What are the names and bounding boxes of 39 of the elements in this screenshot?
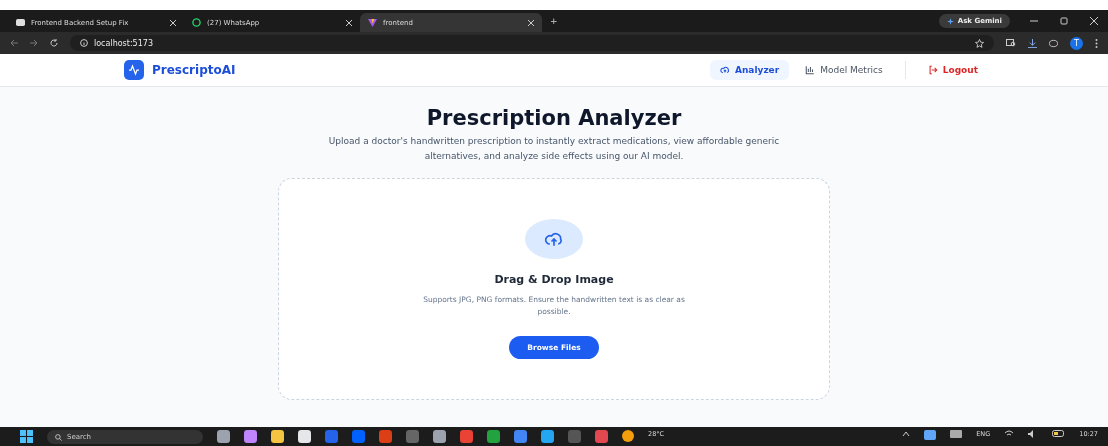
close-icon[interactable] <box>528 19 534 26</box>
cloud-upload-icon <box>720 65 730 75</box>
extension-icon[interactable] <box>1049 38 1058 48</box>
chevron-up-icon[interactable] <box>902 430 911 438</box>
reload-icon[interactable] <box>50 39 58 47</box>
nav-tab[interactable]: Analyzer <box>710 60 790 80</box>
info-icon <box>80 39 88 47</box>
new-tab-button[interactable]: + <box>550 16 558 26</box>
profile-avatar[interactable]: T <box>1070 36 1083 50</box>
cloud-upload-icon <box>525 219 583 259</box>
close-icon[interactable] <box>1090 17 1098 25</box>
minimize-icon[interactable] <box>1030 17 1038 25</box>
screen-search-icon[interactable] <box>1006 39 1016 47</box>
restore-icon[interactable] <box>1060 17 1068 25</box>
page-description: Upload a doctor's handwritten prescription to instantly extract medications, view affordable generic alternatives, and analyze side effects using our AI model. <box>327 135 781 163</box>
chat-icon <box>16 18 25 27</box>
sun-icon <box>622 430 634 442</box>
close-icon[interactable] <box>346 19 352 26</box>
address-bar[interactable]: localhost:5173 <box>70 35 994 51</box>
back-icon[interactable] <box>10 39 18 47</box>
nav-tab[interactable]: Model Metrics <box>795 60 893 80</box>
menu-icon[interactable] <box>1095 38 1098 48</box>
forward-icon[interactable] <box>30 39 38 47</box>
close-icon[interactable] <box>170 19 176 26</box>
battery-icon[interactable] <box>1052 430 1066 437</box>
whatsapp-icon <box>192 18 201 27</box>
page-title: Prescription Analyzer <box>426 106 682 130</box>
windows-start-icon[interactable] <box>20 430 33 443</box>
triangle-logo-icon <box>368 18 377 27</box>
dropzone-heading: Drag & Drop Image <box>494 273 614 286</box>
logout-icon <box>927 65 938 75</box>
bar-chart-icon <box>805 65 816 75</box>
star-icon[interactable] <box>975 38 984 48</box>
download-icon[interactable] <box>1028 38 1037 48</box>
logout-button[interactable]: Logout <box>917 60 988 80</box>
search-icon <box>55 433 62 441</box>
pulse-logo-icon <box>124 60 144 80</box>
wifi-icon[interactable] <box>1004 430 1015 438</box>
brand-name: PrescriptoAI <box>152 63 236 77</box>
